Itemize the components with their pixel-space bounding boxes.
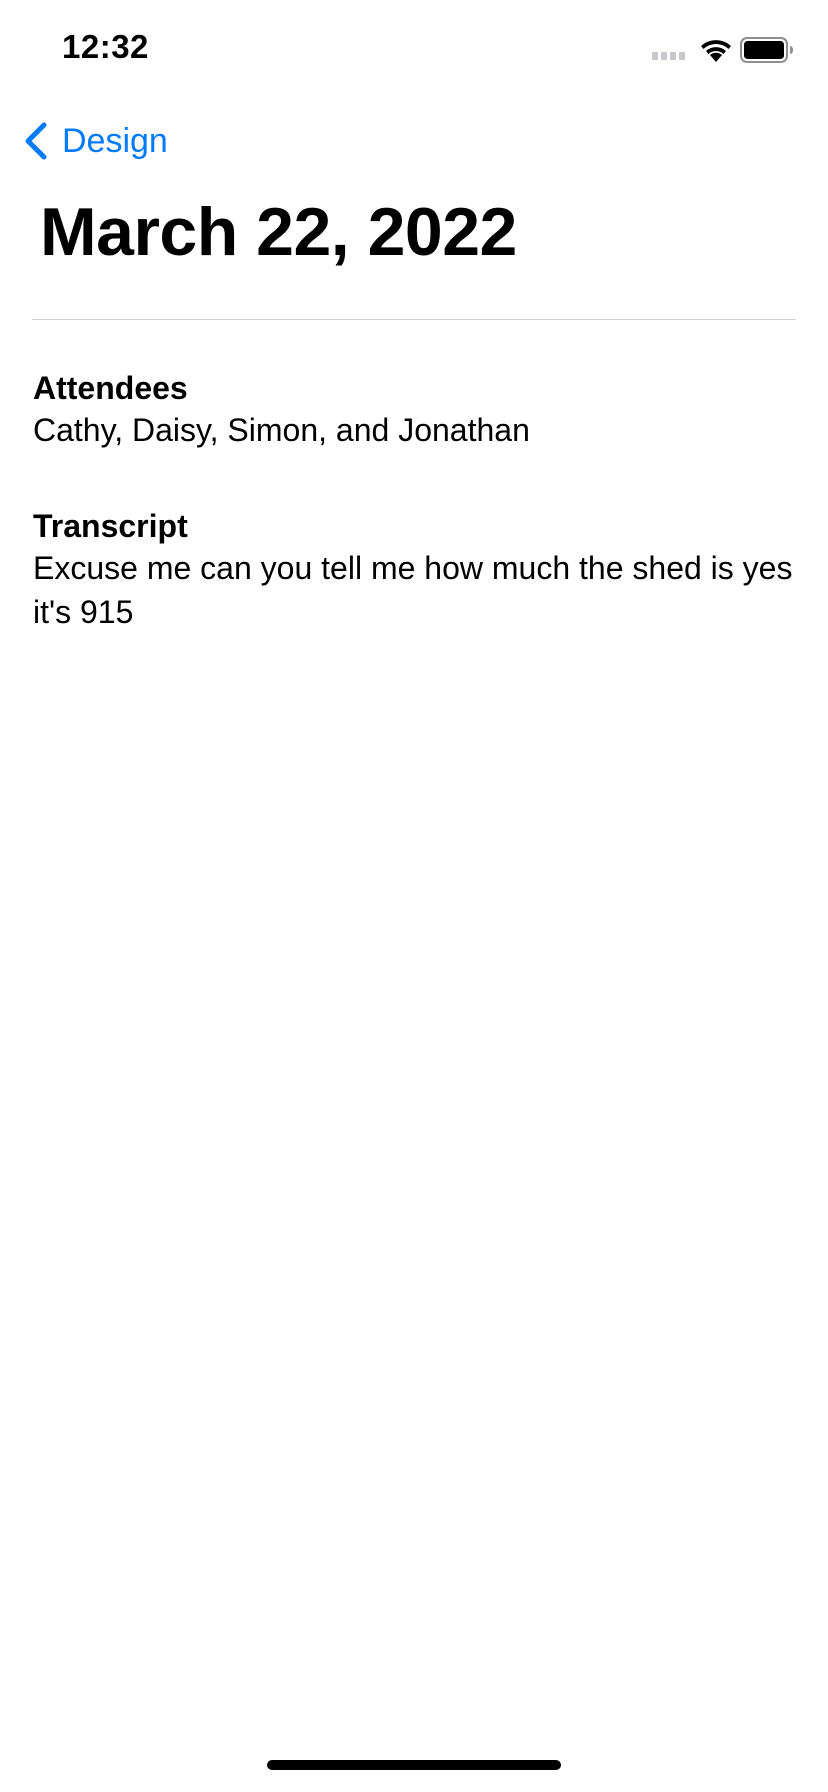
chevron-left-icon [25,122,47,160]
wifi-icon [701,40,731,62]
home-indicator[interactable] [267,1760,561,1770]
back-button[interactable]: Design [22,118,168,164]
transcript-text: Excuse me can you tell me how much the s… [33,550,793,630]
page-title: March 22, 2022 [40,194,517,270]
status-bar: 12:32 [0,0,828,100]
title-divider [32,319,796,320]
transcript-heading: Transcript [33,508,188,544]
back-button-label: Design [62,122,168,160]
attendees-section: Attendees Cathy, Daisy, Simon, and Jonat… [33,368,803,452]
cellular-signal-icon [652,52,685,60]
attendees-list: Cathy, Daisy, Simon, and Jonathan [33,412,530,448]
status-time: 12:32 [62,28,149,65]
battery-icon [740,37,793,63]
attendees-heading: Attendees [33,370,188,406]
transcript-section: Transcript Excuse me can you tell me how… [33,506,803,634]
